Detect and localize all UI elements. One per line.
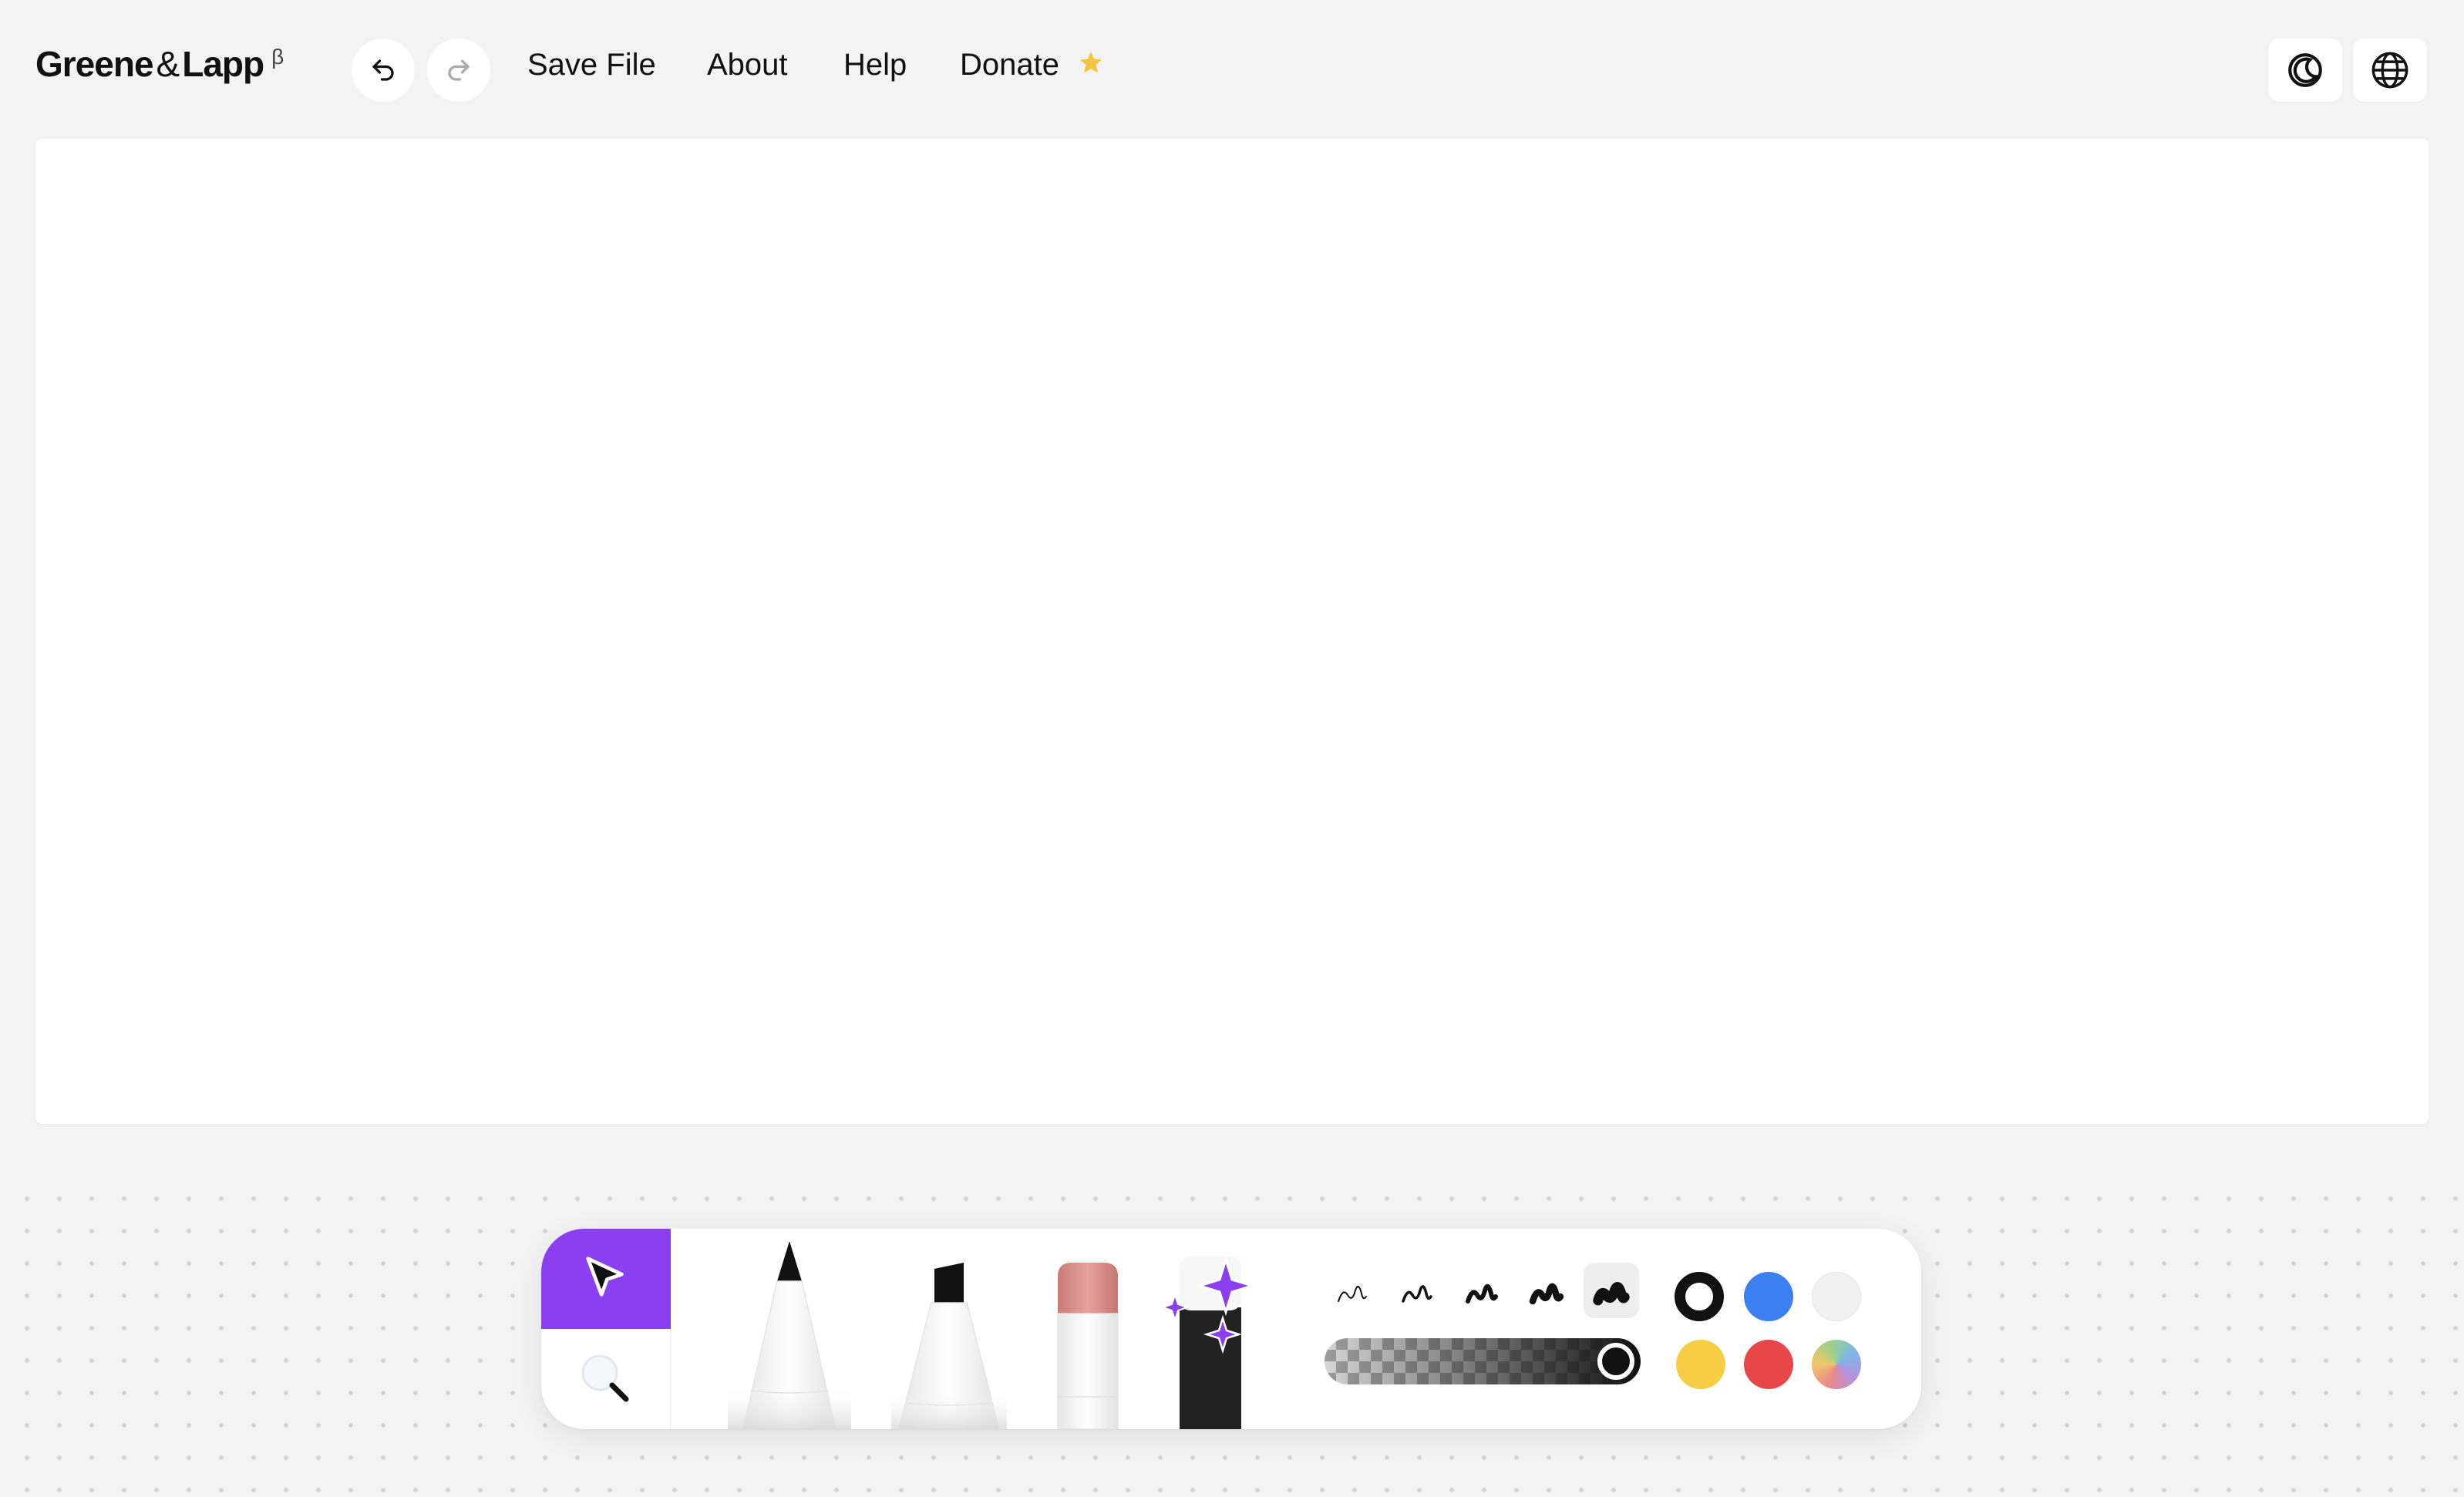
color-swatch-black[interactable] <box>1675 1272 1724 1321</box>
eraser-tool[interactable] <box>1053 1258 1123 1429</box>
menu-help[interactable]: Help <box>843 48 907 82</box>
moon-icon <box>2288 53 2322 87</box>
zoom-tool[interactable] <box>541 1329 671 1429</box>
stroke-width-medium[interactable] <box>1454 1263 1510 1318</box>
pen-tool[interactable] <box>728 1236 851 1429</box>
drawing-canvas[interactable] <box>35 139 2429 1124</box>
stroke-width-extra-thin[interactable] <box>1325 1263 1380 1318</box>
marker-tool[interactable] <box>891 1260 1007 1429</box>
squiggle-icon <box>1466 1283 1498 1304</box>
stroke-width-extra-thick[interactable] <box>1584 1263 1639 1318</box>
beta-badge: β <box>271 45 284 69</box>
menu-about[interactable]: About <box>707 48 788 82</box>
squiggle-icon <box>1593 1282 1630 1306</box>
logo-text-greene: Greene <box>35 44 154 84</box>
color-swatch-custom[interactable] <box>1812 1340 1861 1389</box>
redo-icon <box>448 59 470 81</box>
squiggle-icon <box>1529 1283 1564 1305</box>
language-button[interactable] <box>2353 39 2427 102</box>
tool-palette <box>541 1229 1921 1429</box>
squiggle-icon <box>1402 1285 1432 1303</box>
color-swatch-yellow[interactable] <box>1676 1340 1725 1389</box>
magnifier-icon <box>581 1354 628 1402</box>
undo-button[interactable] <box>352 39 415 102</box>
logo-ampersand: & <box>156 44 180 84</box>
color-swatch-red[interactable] <box>1744 1340 1793 1389</box>
logo-text-lapp: Lapp <box>182 44 264 84</box>
stroke-width-thick[interactable] <box>1519 1263 1574 1318</box>
globe-icon <box>2371 52 2408 89</box>
stroke-width-thin[interactable] <box>1389 1263 1445 1318</box>
color-swatch-blue[interactable] <box>1744 1272 1793 1321</box>
menu-save-file[interactable]: Save File <box>527 48 656 82</box>
opacity-slider-handle[interactable] <box>1597 1343 1634 1380</box>
select-tool[interactable] <box>541 1229 671 1329</box>
undo-icon <box>372 59 394 81</box>
menu-donate[interactable]: Donate <box>960 48 1059 82</box>
cursor-arrow-icon <box>586 1256 624 1297</box>
star-icon <box>1079 51 1102 73</box>
color-swatch-white[interactable] <box>1812 1272 1861 1321</box>
opacity-slider[interactable] <box>1325 1338 1641 1384</box>
squiggle-icon <box>1338 1285 1367 1302</box>
magic-brush-tool[interactable] <box>1164 1256 1264 1429</box>
dark-mode-toggle[interactable] <box>2268 39 2342 102</box>
app-logo: Greene & Lapp β <box>35 43 284 85</box>
redo-button[interactable] <box>427 39 490 102</box>
